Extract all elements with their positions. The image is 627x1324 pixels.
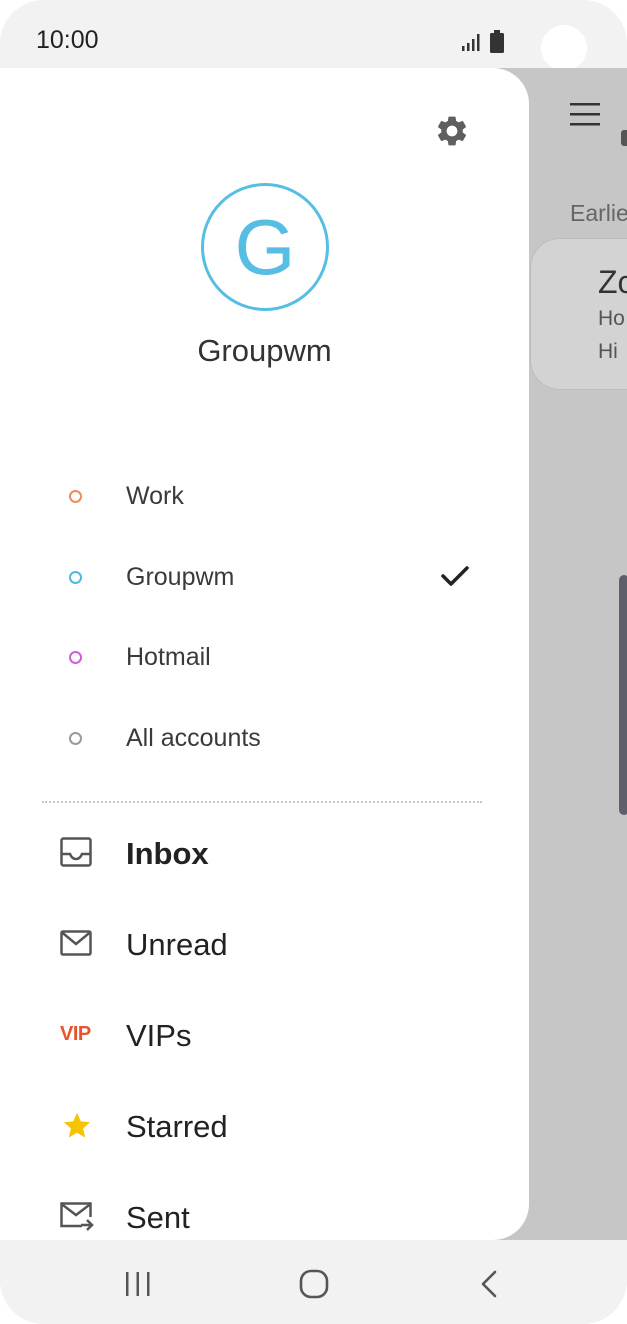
account-color-dot — [69, 490, 82, 503]
folder-label: VIPs — [126, 1018, 192, 1053]
account-name: Groupwm — [197, 333, 332, 368]
gear-icon[interactable] — [434, 113, 470, 149]
app-title-fragment — [621, 130, 627, 146]
phone-screen: 10:00 Earlie Zc Ho Hi G Groupwm Work Gro… — [0, 0, 627, 1324]
folder-label: Unread — [126, 927, 228, 962]
navigation-drawer: G Groupwm Work Groupwm Hotmail All accou… — [0, 68, 529, 1240]
email-subject: Ho — [598, 307, 625, 330]
avatar-initial: G — [234, 203, 296, 291]
account-item-work[interactable]: Work — [0, 456, 529, 536]
folder-item-vips[interactable]: VIP VIPs — [0, 990, 529, 1080]
sent-icon — [60, 1202, 94, 1231]
battery-icon — [490, 30, 504, 53]
folder-label: Sent — [126, 1200, 190, 1235]
account-label: Groupwm — [126, 563, 235, 591]
front-camera — [541, 25, 587, 71]
recent-apps-icon[interactable] — [124, 1271, 152, 1297]
status-bar: 10:00 — [0, 0, 627, 71]
account-color-dot — [69, 732, 82, 745]
account-avatar[interactable]: G — [201, 183, 329, 311]
star-icon — [63, 1112, 91, 1138]
folder-item-inbox[interactable]: Inbox — [0, 808, 529, 898]
account-color-dot — [69, 571, 82, 584]
folder-item-sent[interactable]: Sent — [0, 1172, 529, 1240]
signal-icon — [462, 34, 480, 51]
account-item-all-accounts[interactable]: All accounts — [0, 698, 529, 778]
account-item-groupwm[interactable]: Groupwm — [0, 537, 529, 617]
email-preview: Hi — [598, 340, 618, 363]
vip-icon: VIP — [60, 1023, 91, 1045]
account-label: Hotmail — [126, 643, 211, 671]
account-label: Work — [126, 482, 184, 510]
account-color-dot — [69, 651, 82, 664]
scrollbar[interactable] — [619, 575, 627, 815]
status-time: 10:00 — [36, 26, 99, 54]
inbox-icon — [60, 837, 92, 867]
folder-item-unread[interactable]: Unread — [0, 899, 529, 989]
folder-label: Starred — [126, 1109, 228, 1144]
section-label: Earlie — [570, 200, 627, 226]
account-item-hotmail[interactable]: Hotmail — [0, 617, 529, 697]
email-sender: Zc — [598, 264, 627, 300]
mail-icon — [60, 930, 92, 956]
divider — [42, 801, 482, 803]
home-icon[interactable] — [299, 1269, 329, 1299]
menu-icon[interactable] — [570, 101, 600, 127]
back-icon[interactable] — [480, 1270, 498, 1298]
folder-item-starred[interactable]: Starred — [0, 1081, 529, 1171]
checkmark-icon — [441, 566, 469, 586]
system-navigation-bar — [0, 1240, 627, 1324]
folder-label: Inbox — [126, 836, 209, 871]
account-label: All accounts — [126, 724, 261, 752]
